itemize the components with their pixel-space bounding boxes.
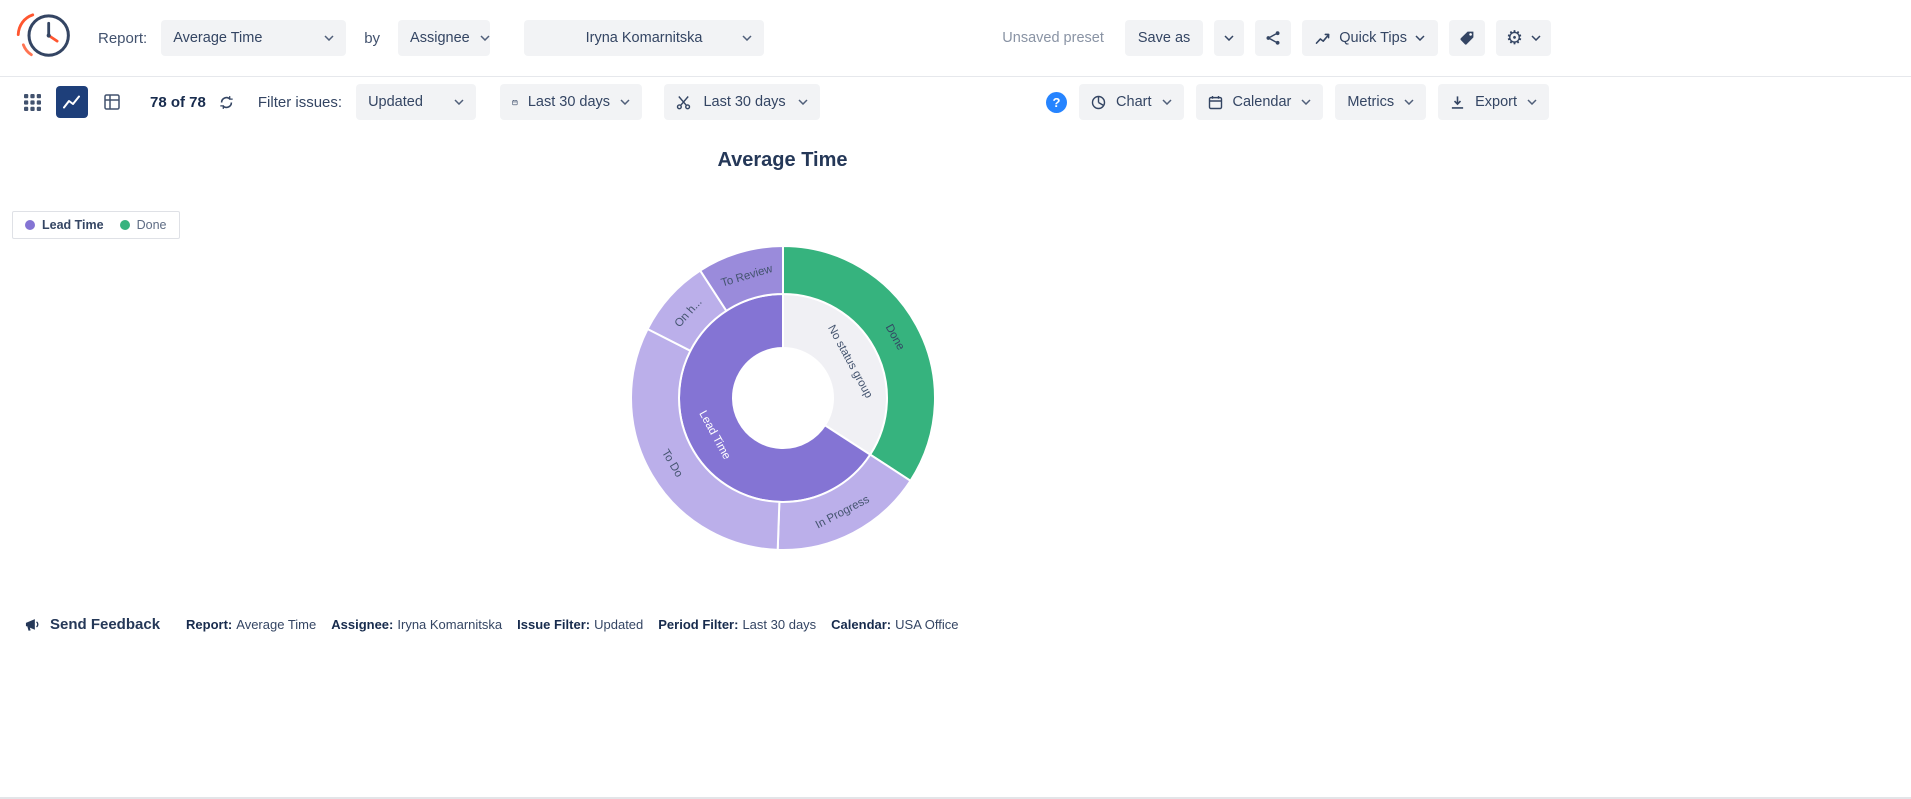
summary-issue-filter: Issue Filter:Updated (517, 617, 643, 632)
grid-view-button[interactable] (16, 86, 48, 118)
filter-issues-label: Filter issues: (258, 94, 342, 111)
quick-tips-button[interactable]: Quick Tips (1302, 20, 1438, 56)
send-feedback-button[interactable]: Send Feedback (24, 616, 160, 633)
chevron-down-icon (324, 35, 334, 41)
chevron-down-icon (1531, 35, 1541, 41)
pivot-view-button[interactable] (96, 86, 128, 118)
megaphone-icon (24, 617, 41, 632)
chart-menu-button[interactable]: Chart (1079, 84, 1183, 120)
grid-icon (24, 94, 41, 111)
unsaved-preset-status: Unsaved preset (1002, 30, 1104, 46)
footer: Send Feedback Report:Average Time Assign… (0, 604, 1565, 644)
report-label: Report: (98, 30, 147, 47)
chevron-down-icon (798, 99, 808, 105)
toolbar: 78 of 78 Filter issues: Updated Last 30 … (0, 77, 1565, 127)
report-select[interactable]: Average Time (161, 20, 346, 56)
refresh-icon (219, 95, 234, 110)
summary-assignee: Assignee:Iryna Komarnitska (331, 617, 502, 632)
export-icon (1450, 95, 1465, 110)
chevron-down-icon (1162, 99, 1172, 105)
pivot-table-icon (104, 94, 120, 110)
share-button[interactable] (1255, 20, 1291, 56)
gear-icon: ⚙ (1506, 29, 1523, 48)
period-filter-select[interactable]: Last 30 days (500, 84, 642, 120)
summary-calendar: Calendar:USA Office (831, 617, 958, 632)
export-menu-button[interactable]: Export (1438, 84, 1549, 120)
chevron-down-icon (1527, 99, 1537, 105)
trend-icon (1315, 32, 1331, 45)
legend-item-done[interactable]: Done (120, 218, 167, 232)
chart-legend: Lead Time Done (12, 211, 180, 239)
legend-dot (120, 220, 130, 230)
calendar-icon (1208, 95, 1223, 110)
issue-filter-select[interactable]: Updated (356, 84, 476, 120)
chevron-down-icon (1224, 35, 1234, 41)
summary-report: Report:Average Time (186, 617, 316, 632)
trim-period-select[interactable]: Last 30 days (664, 84, 820, 120)
app-logo (14, 9, 74, 67)
chevron-down-icon (620, 99, 630, 105)
save-as-button[interactable]: Save as (1125, 20, 1203, 56)
pie-chart-icon (1091, 95, 1106, 110)
calendar-icon (512, 95, 518, 110)
save-as-menu-button[interactable] (1214, 20, 1244, 56)
tag-button[interactable] (1449, 20, 1485, 56)
by-label: by (364, 30, 380, 47)
refresh-button[interactable] (214, 89, 240, 115)
chevron-down-icon (454, 99, 464, 105)
sunburst-chart[interactable]: No status groupLead TimeDoneIn ProgressT… (623, 238, 943, 558)
line-chart-icon (63, 95, 81, 109)
help-button[interactable]: ? (1046, 92, 1067, 113)
issues-count: 78 of 78 (150, 94, 206, 111)
chart-title: Average Time (0, 149, 1565, 172)
header: Report: Average Time by Assignee Iryna K… (0, 0, 1565, 76)
metrics-menu-button[interactable]: Metrics (1335, 84, 1426, 120)
scissors-icon (676, 95, 691, 110)
calendar-menu-button[interactable]: Calendar (1196, 84, 1324, 120)
chevron-down-icon (480, 35, 490, 41)
legend-dot (25, 220, 35, 230)
report-summary: Report:Average Time Assignee:Iryna Komar… (186, 617, 958, 632)
chevron-down-icon (1301, 99, 1311, 105)
legend-item-lead-time[interactable]: Lead Time (25, 218, 104, 232)
chevron-down-icon (1404, 99, 1414, 105)
settings-button[interactable]: ⚙ (1496, 20, 1551, 56)
assignee-select[interactable]: Iryna Komarnitska (524, 20, 764, 56)
chevron-down-icon (742, 35, 752, 41)
chart-view-button[interactable] (56, 86, 88, 118)
report-area: Average Time Lead Time Done No status gr… (0, 149, 1565, 558)
tag-icon (1459, 30, 1475, 46)
share-icon (1265, 30, 1281, 46)
chevron-down-icon (1415, 35, 1425, 41)
summary-period-filter: Period Filter:Last 30 days (658, 617, 816, 632)
group-by-select[interactable]: Assignee (398, 20, 490, 56)
